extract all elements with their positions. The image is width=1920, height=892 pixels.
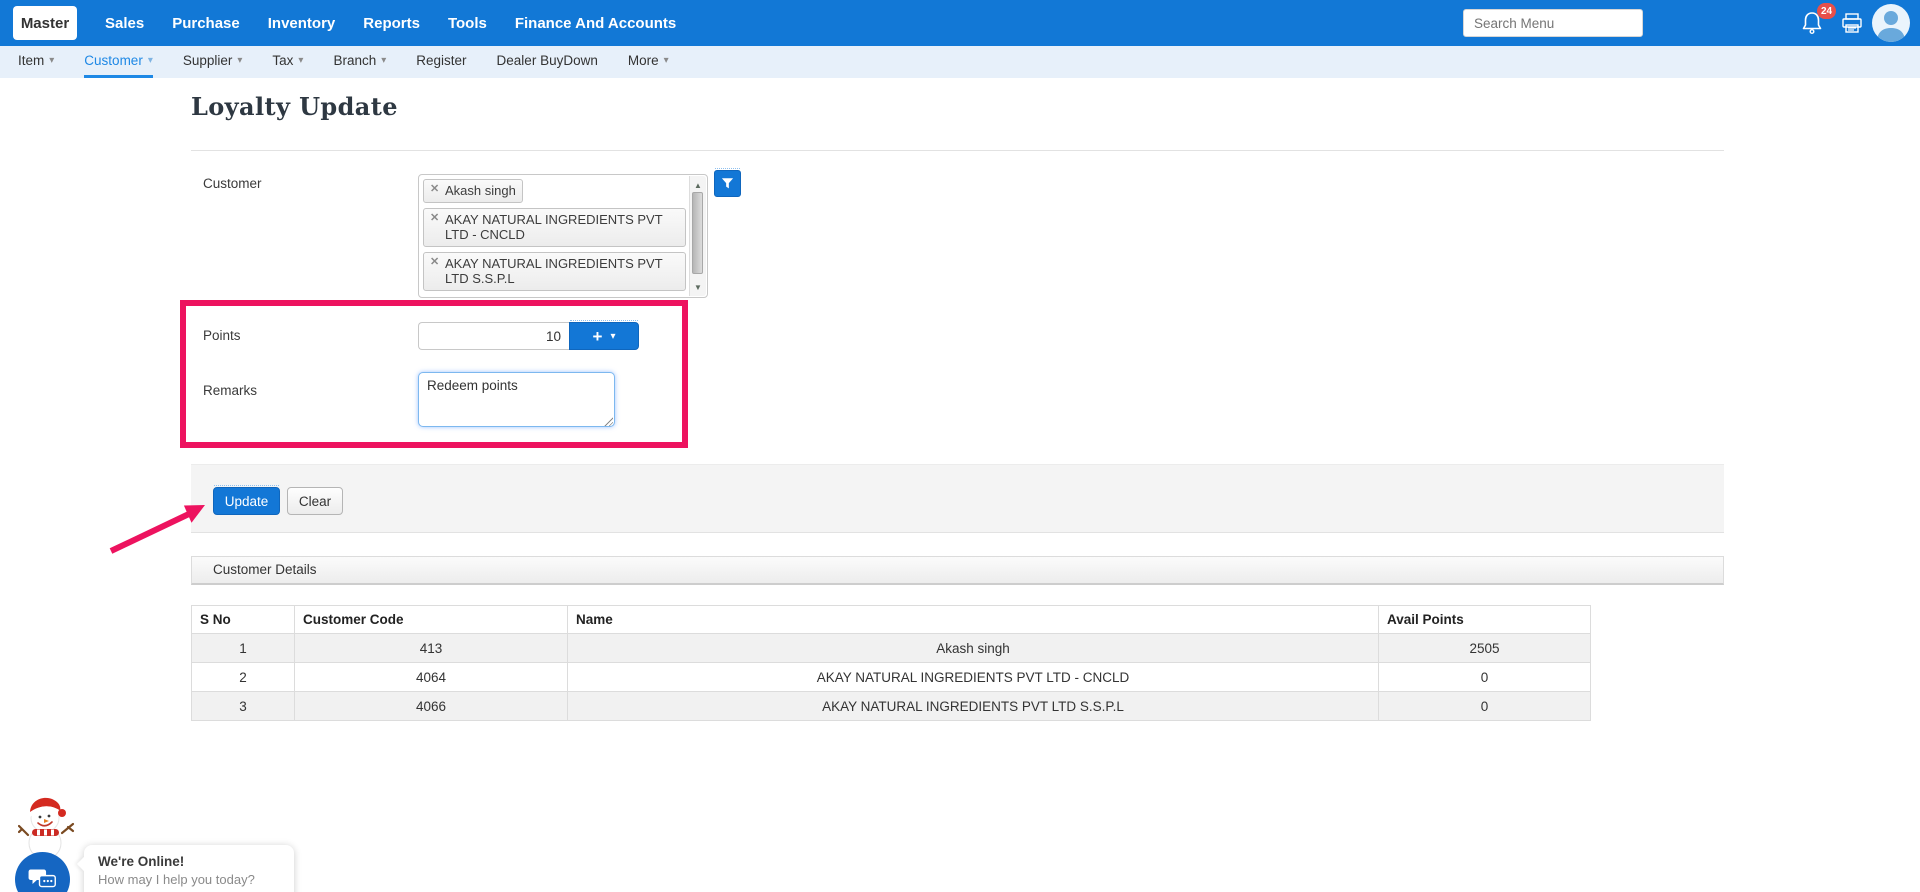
subnav-label: Dealer BuyDown [496, 53, 598, 68]
customer-multiselect[interactable]: ✕ Akash singh ✕ AKAY NATURAL INGREDIENTS… [418, 174, 708, 298]
nav-item-master[interactable]: Master [13, 6, 77, 40]
subnav-label: Customer [84, 53, 143, 68]
customer-tag: ✕ AKAY NATURAL INGREDIENTS PVT LTD - CNC… [423, 207, 686, 247]
snowman-mascot [18, 797, 75, 855]
cell-customer-code: 4066 [294, 691, 568, 721]
customer-tag: ✕ AKAY NATURAL INGREDIENTS PVT LTD S.S.P… [423, 251, 686, 291]
table-row[interactable]: 3 4066 AKAY NATURAL INGREDIENTS PVT LTD … [191, 691, 1591, 721]
chat-status-tooltip[interactable]: We're Online! How may I help you today? [76, 845, 294, 892]
subnav-item-branch[interactable]: Branch ▾ [333, 46, 386, 78]
table-row[interactable]: 1 413 Akash singh 2505 [191, 633, 1591, 663]
customer-label: Customer [203, 176, 262, 191]
subnav-item-customer[interactable]: Customer ▾ [84, 46, 153, 78]
chevron-down-icon: ▾ [298, 55, 304, 66]
nav-item-inventory[interactable]: Inventory [268, 15, 336, 32]
divider [191, 150, 1724, 151]
col-header-avail-points: Avail Points [1378, 605, 1591, 634]
nav-item-purchase[interactable]: Purchase [172, 15, 240, 32]
customer-tag-label: Akash singh [445, 183, 516, 198]
funnel-icon [721, 178, 734, 189]
subnav-label: Register [416, 53, 467, 68]
chevron-down-icon: ▾ [49, 55, 55, 66]
subnav-item-supplier[interactable]: Supplier ▾ [183, 46, 243, 78]
subnav-label: Item [18, 53, 45, 68]
col-header-name: Name [567, 605, 1379, 634]
cell-name: AKAY NATURAL INGREDIENTS PVT LTD - CNCLD [567, 662, 1379, 692]
table-header-row: S No Customer Code Name Avail Points [191, 605, 1591, 634]
cell-sno: 3 [191, 691, 295, 721]
customer-tag-label: AKAY NATURAL INGREDIENTS PVT LTD - CNCLD [445, 211, 663, 243]
cell-avail-points: 0 [1378, 691, 1591, 721]
nav-item-sales[interactable]: Sales [105, 15, 144, 32]
chevron-down-icon: ▾ [663, 55, 669, 66]
points-input[interactable] [418, 322, 569, 350]
chevron-down-icon: ▾ [147, 55, 153, 66]
selected-customer-tags: ✕ Akash singh ✕ AKAY NATURAL INGREDIENTS… [423, 179, 686, 293]
subnav-label: Branch [333, 53, 377, 68]
chat-status-text: We're Online! [98, 854, 185, 869]
cell-customer-code: 4064 [294, 662, 568, 692]
user-avatar[interactable] [1872, 4, 1910, 42]
cell-customer-code: 413 [294, 633, 568, 663]
col-header-sno: S No [191, 605, 295, 634]
col-header-customer-code: Customer Code [294, 605, 568, 634]
page-title: Loyalty Update [191, 92, 398, 121]
chevron-down-icon: ▾ [237, 55, 243, 66]
chat-help-text: How may I help you today? [98, 872, 255, 887]
printer-icon[interactable] [1841, 13, 1865, 35]
subnav-item-register[interactable]: Register [416, 46, 466, 78]
search-input[interactable] [1463, 9, 1643, 37]
nav-item-finance[interactable]: Finance And Accounts [515, 15, 676, 32]
subnav-item-dealer-buydown[interactable]: Dealer BuyDown [497, 46, 598, 78]
remarks-textarea[interactable]: Redeem points [418, 372, 615, 427]
customer-filter-button[interactable] [714, 168, 741, 197]
actions-band [191, 464, 1724, 533]
subnav-item-item[interactable]: Item ▾ [18, 46, 54, 78]
nav-item-tools[interactable]: Tools [448, 15, 487, 32]
multiselect-scrollbar[interactable]: ▲ ▼ [689, 176, 706, 296]
cell-sno: 2 [191, 662, 295, 692]
subnav-label: Tax [272, 53, 294, 68]
cell-sno: 1 [191, 633, 295, 663]
nav-item-reports[interactable]: Reports [363, 15, 420, 32]
scroll-down-icon[interactable]: ▼ [690, 280, 706, 294]
clear-button[interactable]: Clear [287, 487, 343, 515]
notification-count-badge: 24 [1817, 3, 1837, 19]
points-add-dropdown-button[interactable]: + ▾ [569, 320, 639, 350]
table-row[interactable]: 2 4064 AKAY NATURAL INGREDIENTS PVT LTD … [191, 662, 1591, 692]
update-button[interactable]: Update [213, 485, 280, 515]
plus-icon: + [592, 326, 603, 346]
master-sub-nav: Item ▾ Customer ▾ Supplier ▾ Tax ▾ Branc… [0, 46, 1920, 78]
cell-avail-points: 2505 [1378, 633, 1591, 663]
scroll-up-icon[interactable]: ▲ [690, 178, 706, 192]
chevron-down-icon: ▾ [381, 55, 387, 66]
cell-name: AKAY NATURAL INGREDIENTS PVT LTD S.S.P.L [567, 691, 1379, 721]
chat-launcher-button[interactable] [15, 852, 70, 892]
cell-avail-points: 0 [1378, 662, 1591, 692]
subnav-label: Supplier [182, 53, 233, 68]
subnav-item-more[interactable]: More ▾ [628, 46, 669, 78]
chevron-down-icon: ▾ [610, 330, 616, 342]
remove-tag-icon[interactable]: ✕ [430, 212, 439, 225]
remove-tag-icon[interactable]: ✕ [430, 256, 439, 269]
customer-details-table: S No Customer Code Name Avail Points 1 4… [191, 605, 1591, 721]
customer-tag: ✕ Akash singh [423, 179, 523, 203]
loyalty-update-page: Master Sales Purchase Inventory Reports … [0, 0, 1920, 892]
customer-details-header: Customer Details [191, 556, 1724, 585]
chat-bubbles-icon [28, 869, 56, 887]
subnav-item-tax[interactable]: Tax ▾ [272, 46, 303, 78]
cell-name: Akash singh [567, 633, 1379, 663]
tooltip-arrow [76, 856, 92, 872]
customer-tag-label: AKAY NATURAL INGREDIENTS PVT LTD S.S.P.L [445, 255, 663, 287]
subnav-label: More [627, 53, 659, 68]
points-label: Points [203, 328, 241, 343]
scrollbar-thumb[interactable] [692, 192, 703, 274]
remove-tag-icon[interactable]: ✕ [430, 183, 439, 196]
remarks-label: Remarks [203, 383, 258, 398]
